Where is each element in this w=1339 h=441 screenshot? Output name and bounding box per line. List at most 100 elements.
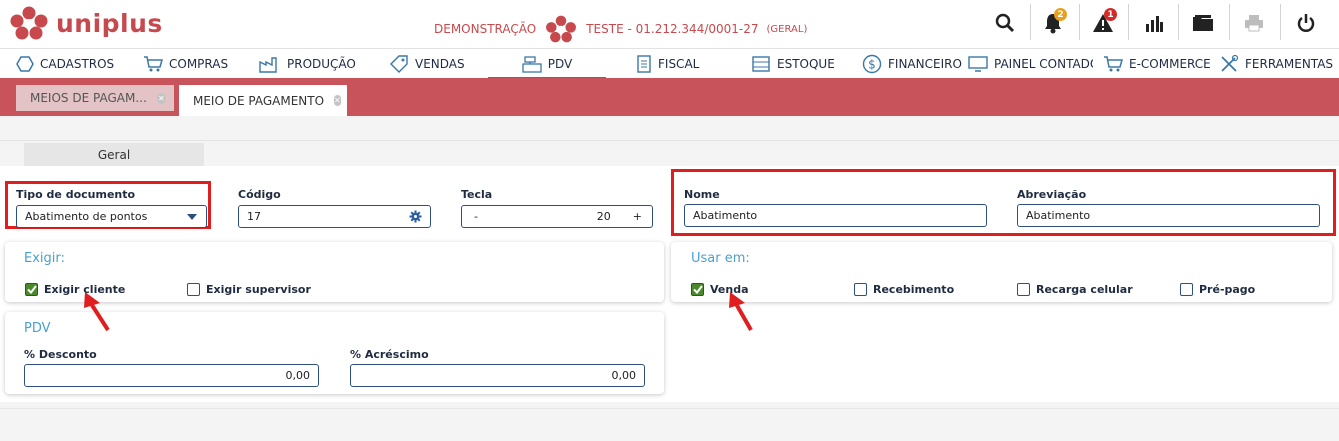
nav-item-pdv[interactable]: PDV: [488, 49, 606, 79]
svg-text:$: $: [868, 57, 876, 71]
checkbox-checked-icon: [691, 283, 704, 296]
acrescimo-field[interactable]: 0,00: [350, 364, 645, 387]
nav-item-vendas[interactable]: VENDAS: [389, 49, 465, 78]
nav-label: PDV: [547, 56, 573, 71]
nav-item-compras[interactable]: COMPRAS: [143, 49, 228, 78]
increment-button[interactable]: +: [633, 210, 642, 223]
cart-icon: [1104, 55, 1123, 71]
logo-text: uniplus: [56, 8, 163, 38]
folder-button[interactable]: [1185, 6, 1221, 40]
nav-item-cadastros[interactable]: CADASTROS: [16, 49, 114, 78]
acrescimo-value: 0,00: [611, 369, 637, 382]
factory-icon: [259, 56, 277, 73]
search-icon: [995, 13, 1015, 33]
tecla-label: Tecla: [461, 188, 493, 201]
company-prefix: DEMONSTRAÇÃO: [434, 22, 537, 36]
computer-icon: [968, 55, 988, 72]
document-tabs: MEIOS DE PAGAM... ✕ MEIO DE PAGAMENTO ✕: [0, 78, 1339, 116]
checkbox-label: Recebimento: [873, 283, 955, 296]
notifications-button[interactable]: 2: [1035, 6, 1071, 40]
printer-icon: [1245, 15, 1263, 32]
company-name: TESTE - 01.212.344/0001-27: [586, 22, 759, 36]
nav-label: PRODUÇÃO: [287, 56, 356, 71]
company-suffix: (GERAL): [766, 23, 808, 35]
alerts-badge: 1: [1104, 8, 1117, 21]
checkbox-label: Exigir supervisor: [206, 283, 311, 296]
app-header: uniplus DEMONSTRAÇÃO TESTE - 01.212.344/…: [0, 0, 1339, 48]
header-separator: [1229, 4, 1230, 40]
nome-label: Nome: [684, 188, 720, 201]
logout-button[interactable]: [1288, 6, 1324, 40]
logo-icon: [10, 6, 48, 40]
nav-label: FERRAMENTAS: [1245, 56, 1334, 71]
tab-meio-de-pagamento[interactable]: MEIO DE PAGAMENTO ✕: [179, 85, 347, 116]
decrement-button[interactable]: -: [474, 210, 478, 223]
tag-icon: [390, 54, 408, 73]
recarga-celular-checkbox[interactable]: Recarga celular: [1017, 283, 1133, 296]
reports-button[interactable]: [1136, 6, 1172, 40]
nav-item-estoque[interactable]: ESTOQUE: [751, 49, 835, 78]
header-separator: [1280, 4, 1281, 40]
desconto-label: % Desconto: [24, 348, 97, 361]
warehouse-icon: [752, 55, 770, 72]
desconto-value: 0,00: [285, 369, 311, 382]
tab-meios-de-pagamento[interactable]: MEIOS DE PAGAM... ✕: [16, 85, 174, 111]
document-icon: [637, 54, 651, 73]
hexagon-icon: [16, 55, 34, 72]
checkbox-unchecked-icon: [1180, 283, 1193, 296]
tab-label: MEIO DE PAGAMENTO: [193, 93, 325, 108]
abreviacao-value: Abatimento: [1026, 209, 1091, 222]
nav-label: FISCAL: [658, 56, 700, 71]
main-nav: CADASTROS COMPRAS PRODUÇÃO VENDAS PDV FI…: [0, 48, 1339, 79]
pre-pago-checkbox[interactable]: Pré-pago: [1180, 283, 1255, 296]
abreviacao-field[interactable]: Abatimento: [1017, 204, 1320, 227]
nav-item-ecommerce[interactable]: E-COMMERCE: [1103, 49, 1211, 78]
dollar-icon: $: [862, 54, 882, 73]
alerts-button[interactable]: 1: [1085, 6, 1121, 40]
search-button[interactable]: [987, 6, 1023, 40]
nome-field[interactable]: Abatimento: [684, 204, 987, 227]
desconto-field[interactable]: 0,00: [24, 364, 319, 387]
nav-label: CADASTROS: [40, 56, 115, 71]
header-separator: [1079, 4, 1080, 40]
header-separator: [1128, 4, 1129, 40]
tools-icon: [1221, 54, 1239, 72]
nav-item-producao[interactable]: PRODUÇÃO: [259, 49, 356, 78]
tipo-documento-select[interactable]: Abatimento de pontos: [16, 205, 207, 228]
pdv-title: PDV: [24, 321, 51, 336]
nav-item-ferramentas[interactable]: FERRAMENTAS: [1219, 49, 1333, 78]
power-icon: [1297, 14, 1315, 32]
folder-icon: [1193, 15, 1213, 31]
checkbox-unchecked-icon: [854, 283, 867, 296]
company-indicator: DEMONSTRAÇÃO TESTE - 01.212.344/0001-27 …: [434, 14, 807, 44]
nav-item-financeiro[interactable]: $ FINANCEIRO: [862, 49, 962, 78]
codigo-field[interactable]: 17: [238, 205, 431, 228]
divider: [0, 140, 1339, 141]
tipo-documento-label: Tipo de documento: [16, 188, 136, 201]
checkbox-label: Pré-pago: [1199, 283, 1256, 296]
chevron-down-icon: [187, 213, 197, 220]
cart-icon: [144, 55, 163, 71]
checkbox-unchecked-icon: [1017, 283, 1030, 296]
bar-chart-icon: [1146, 16, 1163, 32]
nav-label: E-COMMERCE: [1129, 56, 1211, 71]
gear-icon[interactable]: [409, 210, 422, 223]
checkbox-label: Recarga celular: [1036, 283, 1133, 296]
checkbox-checked-icon: [25, 283, 38, 296]
close-icon[interactable]: ✕: [156, 92, 166, 104]
codigo-label: Código: [238, 188, 281, 201]
nav-item-fiscal[interactable]: FISCAL: [636, 49, 699, 78]
close-icon[interactable]: ✕: [334, 95, 341, 106]
recebimento-checkbox[interactable]: Recebimento: [854, 283, 954, 296]
nav-label: PAINEL CONTADOR: [994, 56, 1093, 71]
nav-item-painel-contador[interactable]: PAINEL CONTADOR: [968, 49, 1093, 78]
exigir-supervisor-checkbox[interactable]: Exigir supervisor: [187, 283, 311, 296]
nome-value: Abatimento: [693, 209, 758, 222]
acrescimo-label: % Acréscimo: [350, 348, 429, 361]
notifications-badge: 2: [1054, 8, 1067, 21]
print-button[interactable]: [1236, 6, 1272, 40]
tecla-stepper[interactable]: - 20 +: [461, 205, 653, 228]
subtab-geral[interactable]: Geral: [24, 143, 204, 166]
tipo-documento-value: Abatimento de pontos: [25, 210, 148, 223]
nav-label: VENDAS: [415, 56, 465, 71]
